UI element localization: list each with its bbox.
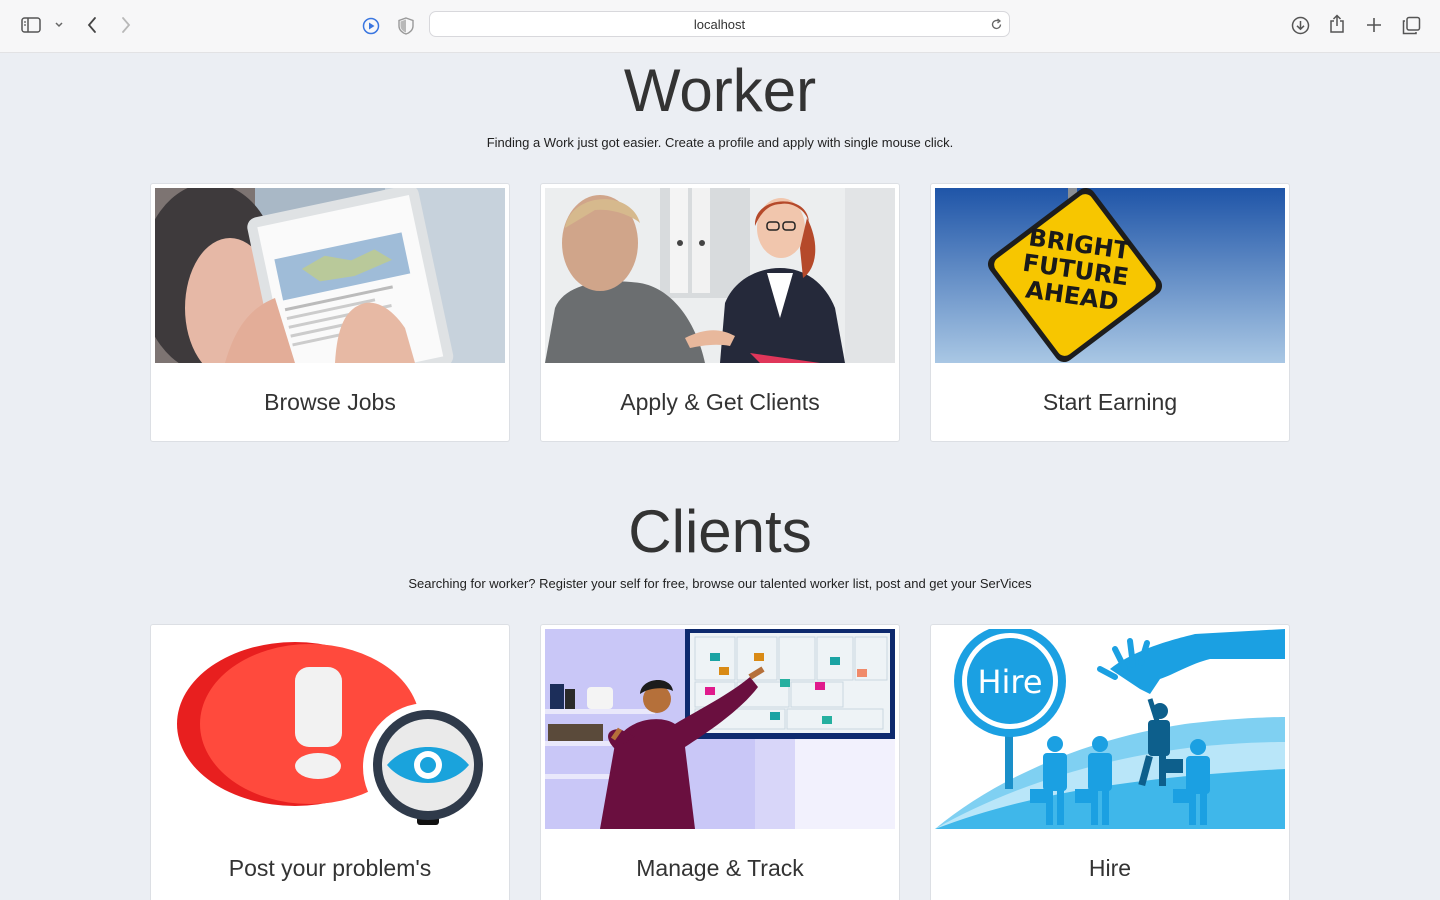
- tablet-image: [155, 188, 505, 363]
- chevron-down-icon[interactable]: [53, 19, 65, 31]
- start-earning-label: Start Earning: [1042, 389, 1178, 415]
- clients-subtitle: Searching for worker? Register your self…: [408, 576, 1032, 591]
- page-content: Worker Finding a Work just got easier. C…: [0, 53, 1440, 900]
- tabs-icon[interactable]: [1401, 15, 1421, 35]
- back-icon[interactable]: [84, 15, 100, 35]
- hire-label: Hire: [1088, 855, 1132, 881]
- start-earning-card[interactable]: BRIGHT FUTURE AHEAD Start Earning: [930, 183, 1290, 442]
- worker-title: Worker: [623, 57, 817, 124]
- post-problem-card[interactable]: Post your problem's: [150, 624, 510, 900]
- handshake-image: [545, 188, 895, 363]
- plus-icon[interactable]: [1364, 15, 1384, 35]
- shield-icon[interactable]: [397, 16, 415, 36]
- alert-magnifier-image: [155, 629, 505, 829]
- forward-icon[interactable]: [118, 15, 134, 35]
- browser-toolbar: localhost: [0, 0, 1440, 53]
- post-problem-label: Post your problem's: [228, 855, 432, 881]
- kanban-board-image: [545, 629, 895, 829]
- play-icon[interactable]: [361, 16, 381, 36]
- apply-get-clients-card[interactable]: Apply & Get Clients: [540, 183, 900, 442]
- manage-track-label: Manage & Track: [636, 855, 804, 881]
- manage-track-card[interactable]: Manage & Track: [540, 624, 900, 900]
- hire-card[interactable]: Hire Hire: [930, 624, 1290, 900]
- browse-jobs-card[interactable]: Browse Jobs: [150, 183, 510, 442]
- clients-title: Clients: [628, 498, 812, 565]
- download-icon[interactable]: [1290, 15, 1310, 35]
- hire-badge-image: Hire: [935, 629, 1285, 829]
- apply-get-clients-label: Apply & Get Clients: [620, 389, 820, 415]
- address-text: localhost: [693, 17, 746, 32]
- share-icon[interactable]: [1328, 13, 1346, 35]
- hire-badge-text: Hire: [977, 663, 1042, 701]
- reload-icon[interactable]: [990, 18, 1003, 36]
- browse-jobs-label: Browse Jobs: [264, 389, 396, 415]
- worker-subtitle: Finding a Work just got easier. Create a…: [486, 135, 954, 150]
- bright-future-sign-image: BRIGHT FUTURE AHEAD: [935, 188, 1285, 363]
- address-bar[interactable]: localhost: [429, 11, 1010, 37]
- sidebar-icon[interactable]: [20, 16, 42, 34]
